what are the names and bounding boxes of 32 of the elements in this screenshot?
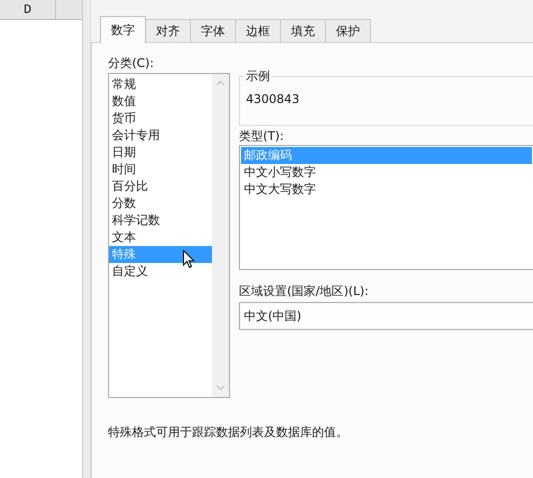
type-item[interactable]: 中文小写数字 [241,164,532,181]
category-item[interactable]: 分数 [109,195,212,212]
category-item[interactable]: 常规 [109,76,212,93]
category-list[interactable]: 常规 数值 货币 会计专用 日期 时间 百分比 分数 科学记数 文本 特殊 自定义 [108,73,230,398]
category-item[interactable]: 货币 [109,110,212,127]
sample-label: 示例 [244,69,272,84]
description-text: 特殊格式可用于跟踪数据列表及数据库的值。 [108,424,349,441]
category-item[interactable]: 百分比 [109,178,212,195]
scroll-up-icon[interactable] [216,80,225,86]
tab[interactable]: 字体 [190,19,236,42]
locale-label: 区域设置(国家/地区)(L): [239,283,370,299]
category-item[interactable]: 文本 [109,229,212,246]
category-item[interactable]: 时间 [109,161,212,178]
tab[interactable]: 边框 [235,19,281,42]
sample-value: 4300843 [246,92,300,106]
mouse-pointer-icon [183,250,195,269]
category-item[interactable]: 自定义 [109,263,212,280]
scroll-down-icon[interactable] [216,385,225,391]
type-item[interactable]: 中文大写数字 [241,181,532,198]
scrollbar[interactable] [212,74,229,397]
type-label: 类型(T): [239,128,285,144]
category-item[interactable]: 会计专用 [109,127,212,144]
category-item[interactable]: 日期 [109,144,212,161]
tab[interactable]: 数字 [100,16,146,43]
locale-dropdown[interactable]: 中文(中国) [239,302,533,330]
category-label: 分类(C): [108,55,155,71]
tab[interactable]: 保护 [325,19,371,42]
type-list[interactable]: 邮政编码 中文小写数字 中文大写数字 [239,145,533,270]
category-item[interactable]: 科学记数 [109,212,212,229]
tab[interactable]: 填充 [280,19,326,42]
category-item[interactable]: 数值 [109,93,212,110]
tab[interactable]: 对齐 [145,19,191,42]
